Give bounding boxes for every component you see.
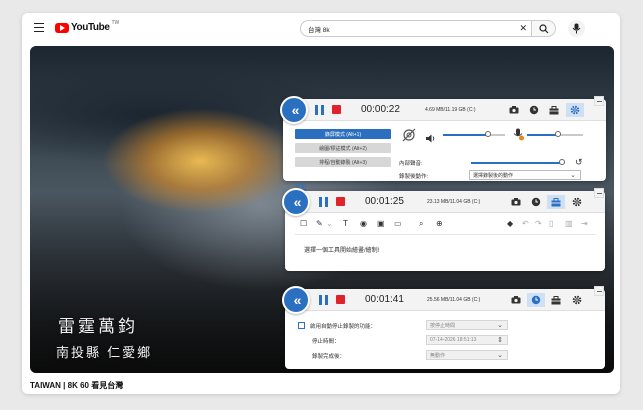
pen-chevron-icon[interactable]: ⌄ bbox=[326, 219, 333, 228]
auto-stop-value: 按停止時間 bbox=[430, 322, 456, 329]
trash-icon[interactable]: ▥ bbox=[565, 219, 573, 228]
record-timer: 00:01:25 bbox=[365, 196, 404, 207]
file-size: 25.56 MB/11.04 GB (C:) bbox=[427, 297, 481, 303]
after-record-label: 錄製完成後： bbox=[312, 354, 346, 360]
pause-icon[interactable] bbox=[319, 295, 328, 305]
eraser-icon[interactable]: ◆ bbox=[507, 219, 513, 228]
gear-icon[interactable] bbox=[568, 195, 586, 209]
stop-icon[interactable] bbox=[336, 295, 345, 304]
recorder-panel-record: « 00:00:22 4.69 MB/11.19 GB (C:) 錄屏模式 (A… bbox=[280, 96, 606, 190]
whiteboard-tool-icon[interactable]: ▭ bbox=[394, 219, 402, 228]
gear-icon[interactable] bbox=[566, 103, 584, 117]
mode-draw-button[interactable]: 繪圖/標註模式 (Alt+2) bbox=[295, 143, 391, 153]
video-title: TAIWAN | 8K 60 看見台灣 bbox=[30, 381, 124, 390]
toolbox-icon[interactable] bbox=[547, 293, 565, 307]
auto-stop-checkbox[interactable] bbox=[298, 322, 305, 329]
mic-button[interactable] bbox=[568, 20, 585, 37]
image-tool-icon[interactable]: ▣ bbox=[377, 219, 385, 228]
minimize-button[interactable] bbox=[594, 96, 604, 106]
collapse-chevrons-icon[interactable]: « bbox=[280, 96, 308, 124]
clock-icon[interactable] bbox=[525, 103, 543, 117]
blur-tool-icon[interactable]: ◉ bbox=[360, 219, 367, 228]
search-value: 台灣 8k bbox=[308, 26, 330, 34]
recorder-panel-schedule: « 00:01:41 25.56 MB/11.04 GB (C:) 啟用自動停止… bbox=[282, 286, 605, 369]
auto-stop-label: 啟用自動停止錄製的功能： bbox=[310, 324, 377, 330]
stop-time-label: 停止時間： bbox=[312, 339, 340, 345]
toolbox-icon[interactable] bbox=[547, 195, 565, 209]
internal-sound-label: 內部聲音: bbox=[399, 161, 423, 167]
auto-stop-dropdown[interactable]: 按停止時間 ⌄ bbox=[426, 320, 508, 330]
mic-icon bbox=[572, 23, 581, 34]
collapse-chevrons-icon[interactable]: « bbox=[282, 286, 310, 314]
recorder-toolbar: « 00:01:25 23.13 MB/11.04 GB (C:) bbox=[282, 188, 605, 216]
stop-time-field[interactable]: 07-14-2026 18:51:13 ⇕ bbox=[426, 335, 508, 345]
video-overlay-text: 雷霆萬鈞 南投縣 仁愛鄉 bbox=[56, 312, 153, 361]
minimize-button[interactable] bbox=[594, 286, 604, 296]
chevron-down-icon: ⌄ bbox=[570, 172, 576, 179]
recorder-panel-draw: « 00:01:25 23.13 MB/11.04 GB (C:) ☐ ✎ ⌄ … bbox=[282, 188, 605, 271]
camera-icon[interactable] bbox=[505, 103, 523, 117]
target-tool-icon[interactable]: ⊕ bbox=[436, 219, 443, 228]
recorder-toolbar: « 00:00:22 4.69 MB/11.19 GB (C:) bbox=[280, 96, 606, 124]
pen-tool-icon[interactable]: ✎ bbox=[316, 219, 323, 228]
after-record-dropdown[interactable]: 選擇錄製後的動作 ⌄ bbox=[469, 170, 581, 180]
clear-icon[interactable]: ▯ bbox=[549, 219, 553, 228]
pause-icon[interactable] bbox=[319, 197, 328, 207]
divider bbox=[295, 234, 595, 235]
speaker-icon[interactable] bbox=[426, 130, 436, 148]
overlay-line-2: 南投縣 仁愛鄉 bbox=[56, 346, 153, 361]
search-button[interactable] bbox=[532, 20, 556, 37]
clock-icon[interactable] bbox=[527, 195, 545, 209]
clear-icon[interactable]: ✕ bbox=[519, 23, 527, 34]
pause-icon[interactable] bbox=[315, 105, 324, 115]
toolbox-icon[interactable] bbox=[545, 103, 563, 117]
after-record-label: 錄製後動作: bbox=[399, 174, 429, 180]
after-record-value: 選擇錄製後的動作 bbox=[473, 172, 514, 179]
minimize-button[interactable] bbox=[594, 188, 604, 198]
camera-icon[interactable] bbox=[507, 195, 525, 209]
camera-icon[interactable] bbox=[507, 293, 525, 307]
mode-record-button[interactable]: 錄屏模式 (Alt+1) bbox=[295, 129, 391, 139]
undo-icon[interactable]: ↶ bbox=[522, 219, 529, 228]
stop-icon[interactable] bbox=[336, 197, 345, 206]
gear-icon[interactable] bbox=[568, 293, 586, 307]
spinner-icon: ⇕ bbox=[497, 337, 503, 344]
chevron-down-icon: ⌄ bbox=[497, 352, 503, 359]
youtube-logo[interactable]: YouTube TW bbox=[55, 19, 120, 33]
webcam-off-icon[interactable] bbox=[402, 128, 416, 147]
clock-icon[interactable] bbox=[527, 293, 545, 307]
record-timer: 00:00:22 bbox=[361, 104, 400, 115]
after-record-value: 無動作 bbox=[430, 352, 446, 359]
logo-region: TW bbox=[111, 19, 120, 26]
mode-schedule-button[interactable]: 排程/自動錄製 (Alt+3) bbox=[295, 157, 391, 167]
mic-slider[interactable] bbox=[527, 131, 583, 137]
exit-draw-icon[interactable]: ⇥ bbox=[581, 219, 588, 228]
redo-icon[interactable]: ↷ bbox=[535, 219, 542, 228]
logo-text: YouTube bbox=[71, 22, 110, 33]
youtube-play-icon bbox=[55, 22, 69, 33]
zoom-tool-icon[interactable]: ⌕ bbox=[419, 219, 423, 229]
search-icon bbox=[539, 24, 549, 34]
mic-muted-icon[interactable] bbox=[513, 128, 524, 146]
internal-sound-slider[interactable] bbox=[471, 159, 566, 165]
reset-icon[interactable]: ↺ bbox=[575, 157, 583, 168]
menu-icon[interactable] bbox=[34, 23, 44, 32]
browser-frame: YouTube TW 台灣 8k ✕ 雷霆萬鈞 南投縣 仁愛鄉 TAIWAN |… bbox=[22, 13, 620, 394]
file-size: 23.13 MB/11.04 GB (C:) bbox=[427, 199, 481, 205]
stop-time-value: 07-14-2026 18:51:13 bbox=[430, 337, 477, 343]
file-size: 4.69 MB/11.19 GB (C:) bbox=[425, 107, 476, 113]
chevron-down-icon: ⌄ bbox=[497, 322, 503, 329]
youtube-header: YouTube TW 台灣 8k ✕ bbox=[22, 13, 620, 45]
record-timer: 00:01:41 bbox=[365, 294, 404, 305]
volume-slider[interactable] bbox=[443, 131, 505, 137]
collapse-chevrons-icon[interactable]: « bbox=[282, 188, 310, 216]
overlay-line-1: 雷霆萬鈞 bbox=[58, 317, 138, 337]
recorder-toolbar: « 00:01:41 25.56 MB/11.04 GB (C:) bbox=[282, 286, 605, 314]
after-record-dropdown[interactable]: 無動作 ⌄ bbox=[426, 350, 508, 360]
search-input[interactable]: 台灣 8k ✕ bbox=[300, 20, 532, 37]
draw-hint: 選擇一個工具開始繪畫/繪制! bbox=[304, 248, 380, 254]
text-tool-icon[interactable]: T bbox=[343, 219, 348, 228]
stop-icon[interactable] bbox=[332, 105, 341, 114]
rectangle-tool-icon[interactable]: ☐ bbox=[300, 219, 307, 228]
